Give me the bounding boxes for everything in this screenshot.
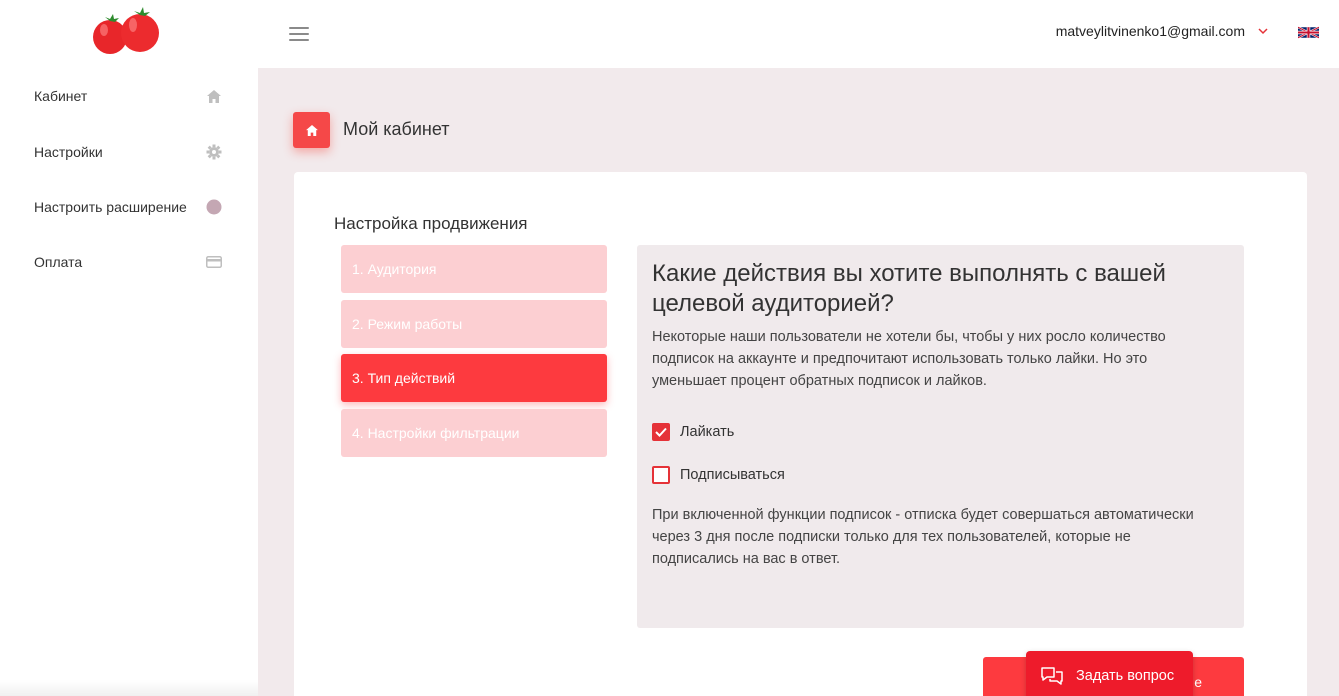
sidebar-item-label: Настроить расширение	[34, 199, 187, 215]
option-like[interactable]: Лайкать	[652, 423, 734, 441]
ask-question-label: Задать вопрос	[1076, 668, 1175, 684]
option-follow[interactable]: Подписываться	[652, 466, 785, 484]
sidebar-item-payment[interactable]: Оплата	[34, 250, 222, 274]
question-heading: Какие действия вы хотите выполнять с ваш…	[652, 260, 1166, 317]
ask-question-button[interactable]: Задать вопрос	[1026, 651, 1193, 696]
gear-icon	[206, 144, 222, 160]
sidebar-item-label: Настройки	[34, 144, 103, 160]
step-work-mode[interactable]: 2. Режим работы	[341, 300, 607, 348]
question-description: Некоторые наши пользователи не хотели бы…	[652, 329, 1166, 389]
follow-checkbox[interactable]	[652, 466, 670, 484]
hamburger-icon[interactable]	[289, 27, 309, 41]
chevron-down-icon[interactable]	[1257, 25, 1269, 37]
chat-bubbles-icon	[1041, 667, 1063, 685]
step-audience[interactable]: 1. Аудитория	[341, 245, 607, 293]
top-header: matveylitvinenko1@gmail.com	[0, 0, 1339, 68]
step-filter-settings[interactable]: 4. Настройки фильтрации	[341, 409, 607, 457]
unfollow-note: При включенной функции подписок - отписк…	[652, 507, 1194, 567]
sidebar: Кабинет Настройки Настроить расширение О…	[0, 68, 258, 696]
sidebar-item-extension[interactable]: Настроить расширение	[34, 195, 222, 219]
sidebar-item-cabinet[interactable]: Кабинет	[34, 84, 222, 108]
like-label[interactable]: Лайкать	[680, 424, 734, 440]
sidebar-shadow	[0, 680, 258, 696]
next-button-label: е	[1194, 674, 1202, 690]
sidebar-item-label: Кабинет	[34, 88, 88, 104]
checkmark-icon	[655, 427, 667, 437]
user-menu[interactable]: matveylitvinenko1@gmail.com	[1056, 23, 1269, 39]
sidebar-item-label: Оплата	[34, 254, 83, 270]
follow-label[interactable]: Подписываться	[680, 467, 785, 483]
sidebar-item-settings[interactable]: Настройки	[34, 140, 222, 164]
like-checkbox[interactable]	[652, 423, 670, 441]
home-icon	[206, 88, 222, 104]
step-action-type[interactable]: 3. Тип действий	[341, 354, 607, 402]
card-title: Настройка продвижения	[334, 214, 528, 233]
circle-icon	[206, 199, 222, 215]
home-icon	[305, 124, 318, 136]
page-title: Мой кабинет	[343, 119, 450, 139]
page-home-icon-badge	[293, 112, 330, 148]
credit-card-icon	[206, 254, 222, 270]
uk-flag-icon[interactable]	[1298, 25, 1319, 40]
tomatoes-logo[interactable]	[88, 6, 168, 60]
actions-panel: Какие действия вы хотите выполнять с ваш…	[637, 245, 1244, 628]
user-email[interactable]: matveylitvinenko1@gmail.com	[1056, 23, 1245, 39]
promotion-settings-card: Настройка продвижения 1. Аудитория 2. Ре…	[294, 172, 1307, 696]
